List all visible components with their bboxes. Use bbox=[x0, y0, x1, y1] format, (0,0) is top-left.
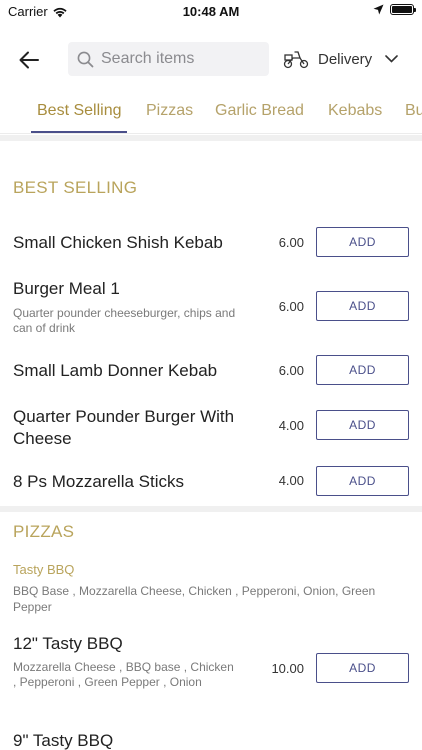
section-title-best-selling: BEST SELLING bbox=[13, 178, 138, 197]
section-divider bbox=[0, 135, 422, 141]
arrow-left-icon bbox=[19, 51, 39, 69]
item-name: 8 Ps Mozzarella Sticks bbox=[13, 472, 184, 491]
item-name: Small Chicken Shish Kebab bbox=[13, 233, 223, 252]
scooter-icon bbox=[283, 51, 309, 69]
location-arrow-icon bbox=[373, 4, 384, 15]
add-button[interactable]: ADD bbox=[316, 355, 409, 385]
tab-pizzas[interactable]: Pizzas bbox=[146, 102, 193, 120]
item-price: 4.00 bbox=[278, 418, 304, 433]
active-tab-indicator bbox=[31, 131, 127, 133]
delivery-selector[interactable]: Delivery bbox=[283, 46, 398, 72]
item-group-name: Tasty BBQ bbox=[13, 562, 75, 577]
battery-icon bbox=[390, 4, 416, 15]
section-divider bbox=[0, 506, 422, 512]
delivery-label: Delivery bbox=[318, 50, 373, 68]
search-input[interactable] bbox=[101, 50, 261, 68]
item-name: Small Lamb Donner Kebab bbox=[13, 361, 218, 380]
item-price: 6.00 bbox=[278, 363, 304, 378]
add-button[interactable]: ADD bbox=[316, 227, 409, 257]
item-price: 10.00 bbox=[271, 661, 304, 676]
tab-best-selling[interactable]: Best Selling bbox=[37, 102, 122, 120]
tab-garlic-bread[interactable]: Garlic Bread bbox=[215, 102, 304, 120]
add-button[interactable]: ADD bbox=[316, 410, 409, 440]
add-button[interactable]: ADD bbox=[316, 653, 409, 683]
item-description: Mozzarella Cheese , BBQ base , Chicken ,… bbox=[13, 660, 234, 689]
item-name: 12" Tasty BBQ bbox=[13, 634, 123, 653]
tab-burgers[interactable]: Bu bbox=[405, 102, 422, 120]
item-description: Quarter pounder cheeseburger, chips and … bbox=[13, 306, 236, 335]
back-button[interactable] bbox=[16, 48, 42, 72]
add-button[interactable]: ADD bbox=[316, 466, 409, 496]
status-bar: Carrier 10:48 AM bbox=[0, 0, 422, 22]
item-price: 4.00 bbox=[278, 473, 304, 488]
item-name: Quarter Pounder Burger With Cheese bbox=[13, 407, 235, 448]
item-price: 6.00 bbox=[278, 299, 304, 314]
item-name: 9" Tasty BBQ bbox=[13, 731, 114, 750]
status-right bbox=[373, 4, 416, 15]
add-button[interactable]: ADD bbox=[316, 291, 409, 321]
tab-kebabs[interactable]: Kebabs bbox=[328, 102, 382, 120]
item-name: Burger Meal 1 bbox=[13, 279, 120, 298]
item-group-description: BBQ Base , Mozzarella Cheese, Chicken , … bbox=[13, 584, 376, 614]
search-icon bbox=[77, 51, 94, 67]
category-tabs: Best Selling Pizzas Garlic Bread Kebabs … bbox=[0, 96, 422, 134]
top-bar: Delivery bbox=[0, 40, 422, 80]
chevron-down-icon bbox=[385, 55, 398, 63]
search-box[interactable] bbox=[68, 42, 269, 76]
section-title-pizzas: PIZZAS bbox=[13, 522, 75, 541]
item-price: 6.00 bbox=[278, 235, 304, 250]
status-time: 10:48 AM bbox=[182, 4, 240, 19]
